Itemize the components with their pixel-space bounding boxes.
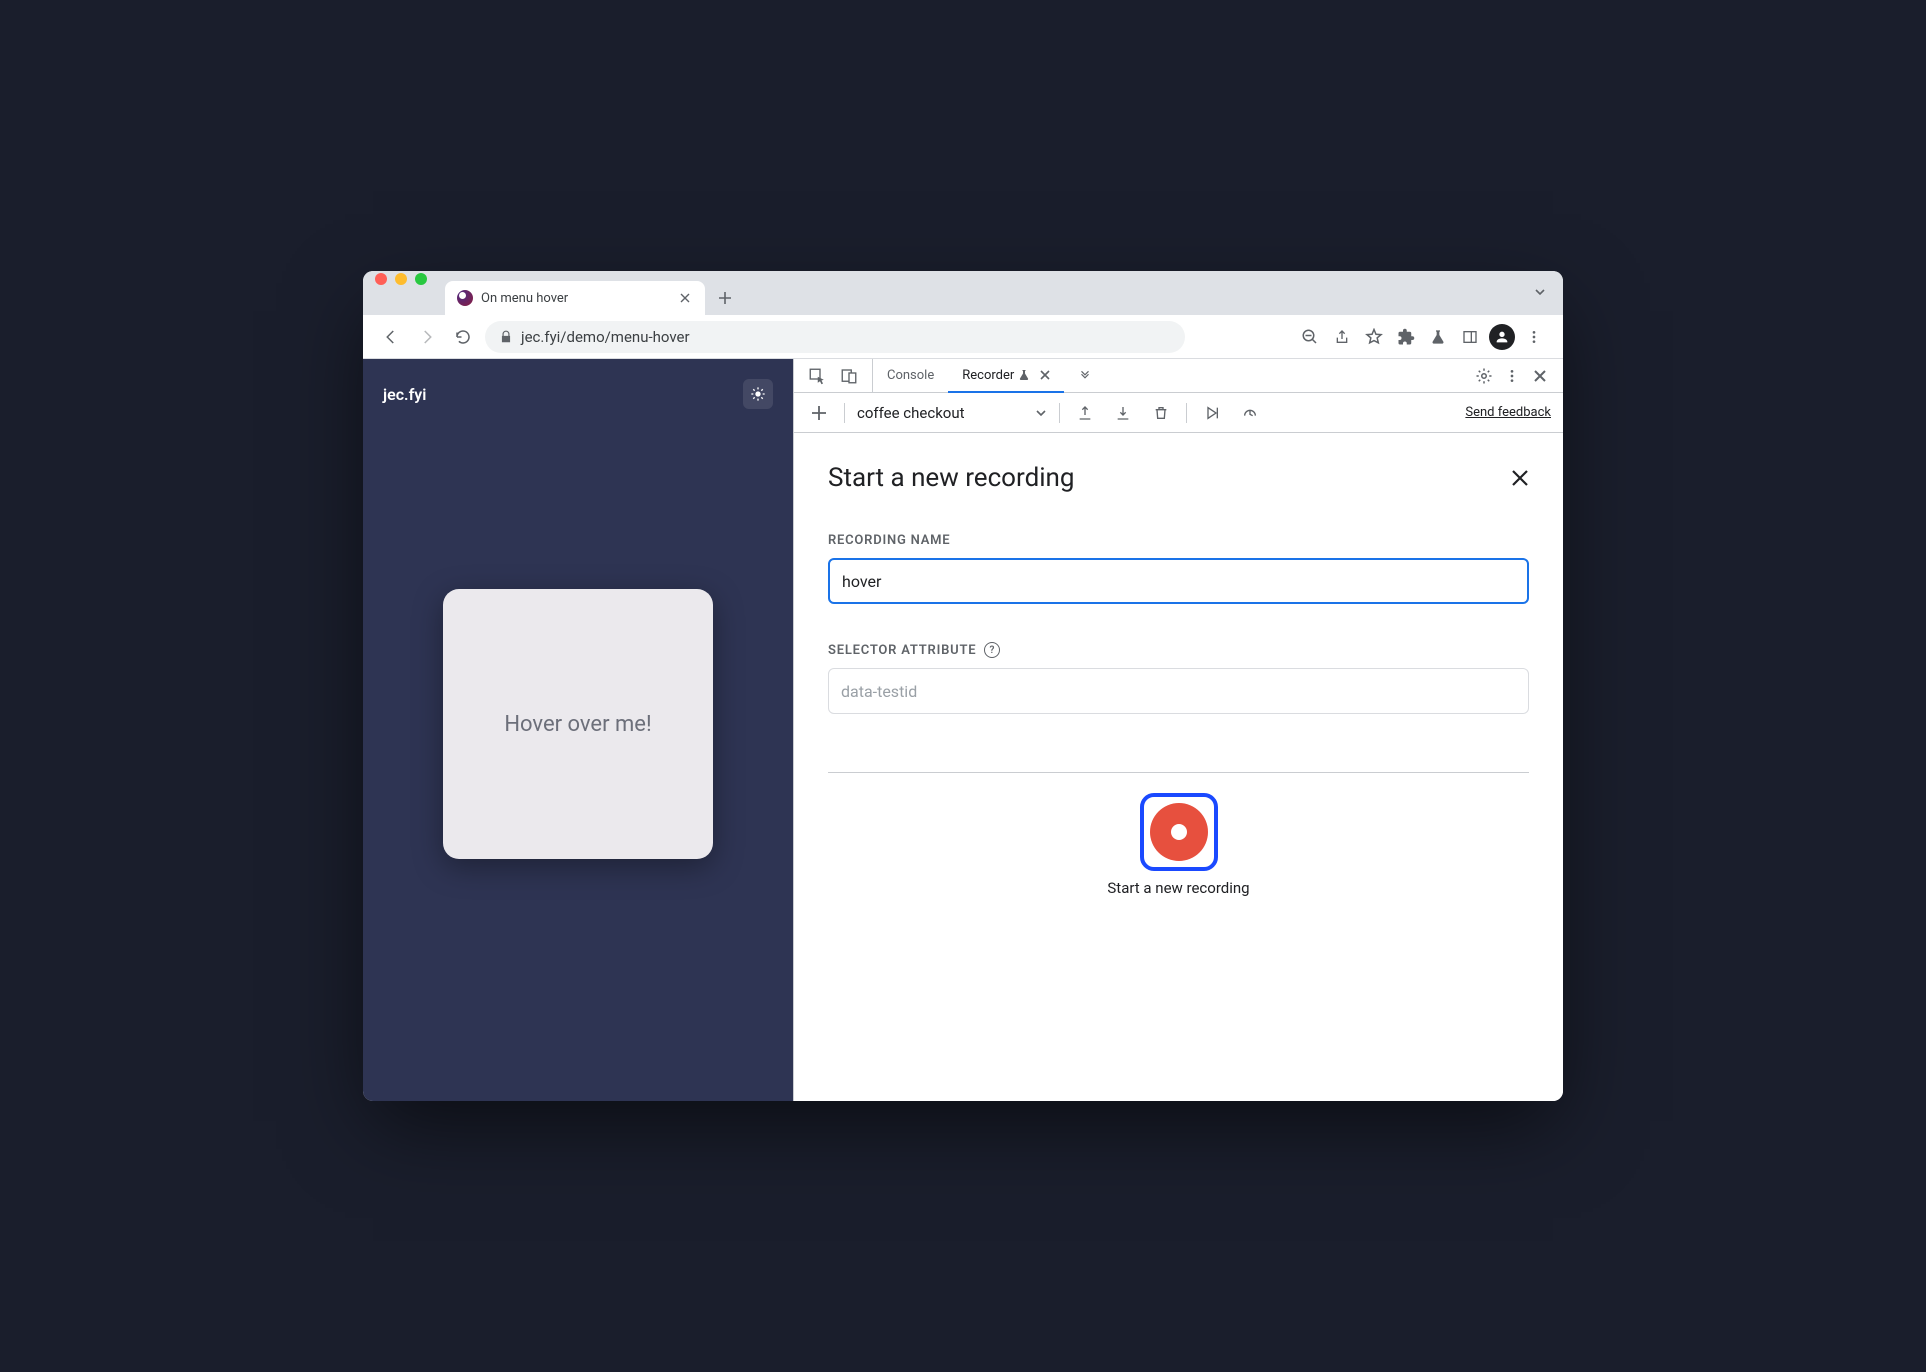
window-fullscreen-button[interactable] xyxy=(415,273,427,285)
recording-dropdown[interactable]: coffee checkout xyxy=(857,404,1047,422)
lock-icon xyxy=(499,330,513,344)
toolbar: jec.fyi/demo/menu-hover xyxy=(363,315,1563,359)
tab-console[interactable]: Console xyxy=(873,359,948,392)
new-tab-button[interactable] xyxy=(711,284,739,312)
recording-name-input[interactable] xyxy=(828,558,1529,604)
selector-attribute-input[interactable] xyxy=(828,668,1529,714)
start-recording-footer: Start a new recording xyxy=(828,772,1529,919)
device-toolbar-icon[interactable] xyxy=(836,363,862,389)
form-title: Start a new recording xyxy=(828,463,1075,493)
devtools-settings-icon[interactable] xyxy=(1471,363,1497,389)
window-close-button[interactable] xyxy=(375,273,387,285)
zoom-out-icon[interactable] xyxy=(1295,322,1325,352)
tab-title: On menu hover xyxy=(481,291,568,306)
devtools-menu-icon[interactable] xyxy=(1499,363,1525,389)
url-text: jec.fyi/demo/menu-hover xyxy=(521,328,690,346)
tab-recorder[interactable]: Recorder xyxy=(948,359,1064,393)
devtools-close-icon[interactable] xyxy=(1527,363,1553,389)
theme-toggle-button[interactable] xyxy=(743,379,773,409)
profile-avatar[interactable] xyxy=(1487,322,1517,352)
reload-button[interactable] xyxy=(449,323,477,351)
replay-icon[interactable] xyxy=(1199,400,1225,426)
more-tabs-button[interactable] xyxy=(1064,359,1106,392)
share-icon[interactable] xyxy=(1327,322,1357,352)
close-icon[interactable] xyxy=(1040,370,1050,380)
new-recording-icon[interactable] xyxy=(806,400,832,426)
tab-close-button[interactable] xyxy=(677,290,693,306)
extensions-icon[interactable] xyxy=(1391,322,1421,352)
window-minimize-button[interactable] xyxy=(395,273,407,285)
recorder-toolbar: coffee checkout xyxy=(794,393,1563,433)
browser-tab[interactable]: On menu hover xyxy=(445,281,705,315)
address-bar[interactable]: jec.fyi/demo/menu-hover xyxy=(485,321,1185,353)
site-logo-text[interactable]: jec.fyi xyxy=(383,385,426,404)
start-recording-button[interactable] xyxy=(1140,793,1218,871)
help-icon[interactable]: ? xyxy=(984,642,1000,658)
send-feedback-link[interactable]: Send feedback xyxy=(1465,405,1551,420)
export-icon[interactable] xyxy=(1072,400,1098,426)
form-close-button[interactable] xyxy=(1511,469,1529,487)
browser-window: On menu hover xyxy=(363,271,1563,1101)
page-viewport: jec.fyi Hover over me! xyxy=(363,359,793,1101)
start-recording-label: Start a new recording xyxy=(1107,879,1249,897)
selector-attribute-label: SELECTOR ATTRIBUTE ? xyxy=(828,642,1529,658)
side-panel-icon[interactable] xyxy=(1455,322,1485,352)
replay-speed-icon[interactable] xyxy=(1237,400,1263,426)
inspect-element-icon[interactable] xyxy=(804,363,830,389)
window-controls xyxy=(375,271,427,301)
import-icon[interactable] xyxy=(1110,400,1136,426)
devtools-panel: Console Recorder xyxy=(793,359,1563,1101)
chrome-menu-button[interactable] xyxy=(1519,322,1549,352)
tabs-menu-button[interactable] xyxy=(1533,285,1547,299)
chevron-down-icon xyxy=(1035,407,1047,419)
tab-strip: On menu hover xyxy=(363,271,1563,315)
record-icon xyxy=(1150,803,1208,861)
devtools-tab-bar: Console Recorder xyxy=(794,359,1563,393)
hover-card[interactable]: Hover over me! xyxy=(443,589,713,859)
labs-flask-icon[interactable] xyxy=(1423,322,1453,352)
delete-icon[interactable] xyxy=(1148,400,1174,426)
forward-button[interactable] xyxy=(413,323,441,351)
flask-icon xyxy=(1018,369,1030,381)
recording-name-label: RECORDING NAME xyxy=(828,533,1529,548)
hover-card-text: Hover over me! xyxy=(504,712,651,737)
tab-favicon xyxy=(457,290,473,306)
bookmark-star-icon[interactable] xyxy=(1359,322,1389,352)
back-button[interactable] xyxy=(377,323,405,351)
